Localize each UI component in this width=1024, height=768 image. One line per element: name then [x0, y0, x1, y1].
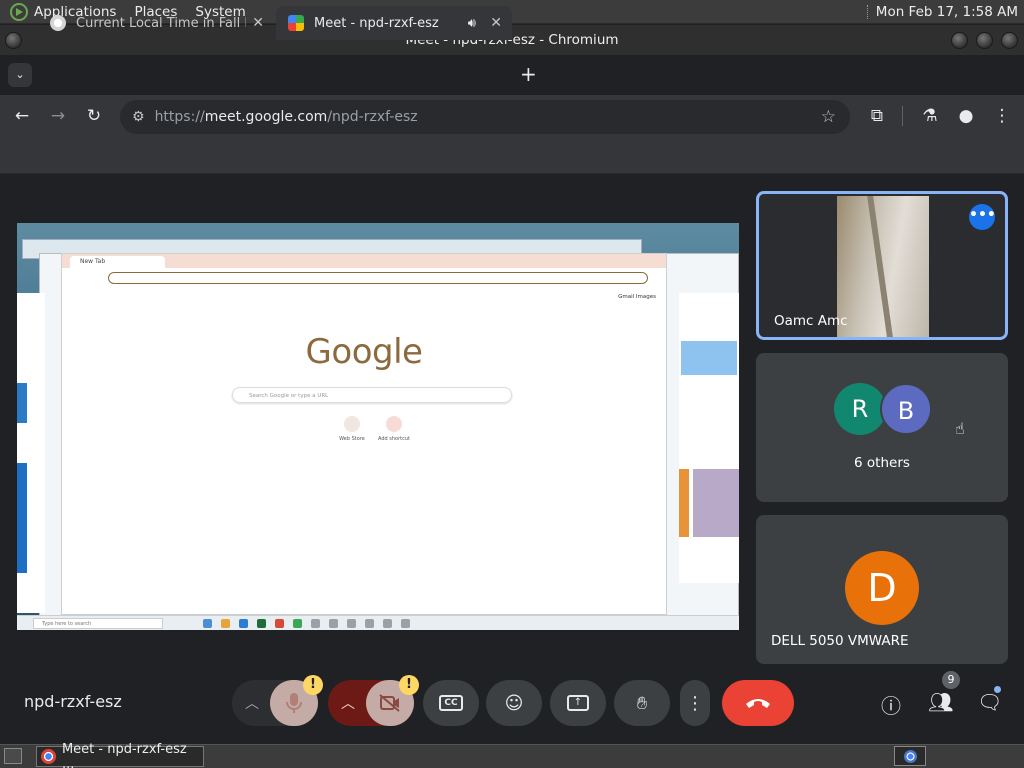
participant-video	[837, 196, 929, 337]
camera-off-icon	[379, 694, 400, 712]
captions-button[interactable]: CC	[423, 680, 479, 726]
participant-name: DELL 5050 VMWARE	[771, 633, 909, 649]
browser-menu-icon[interactable]: ⋮	[991, 106, 1013, 126]
tab-search-dropdown-icon[interactable]: ⌄	[8, 63, 32, 87]
url-scheme: https://	[154, 109, 205, 125]
labs-flask-icon[interactable]: ⚗	[919, 106, 941, 126]
reload-icon[interactable]: ↻	[83, 106, 105, 126]
tab-title: Meet - npd-rzxf-esz	[314, 15, 439, 31]
speaker-audio-icon[interactable]: 🔊︎	[468, 16, 476, 31]
presented-shortcut-add: Add shortcut	[374, 416, 414, 442]
tab-title: Current Local Time in Fall River	[76, 15, 246, 31]
chromium-tray-icon	[903, 749, 917, 763]
present-screen-button[interactable]: ↑	[550, 680, 606, 726]
presented-search-box: Search Google or type a URL	[232, 387, 512, 403]
taskbar-window-meet[interactable]: Meet - npd-rzxf-esz ...	[36, 742, 204, 768]
more-options-button[interactable]: ⋮	[680, 680, 710, 726]
tab-meet[interactable]: Meet - npd-rzxf-esz 🔊︎ ✕	[276, 6, 512, 40]
hang-up-icon	[746, 699, 770, 708]
site-info-icon[interactable]: ⚙	[132, 109, 145, 125]
people-icon[interactable]: 👥︎	[928, 690, 953, 714]
extensions-icon[interactable]: ⧉	[866, 106, 888, 126]
url-host: meet.google.com	[204, 109, 328, 125]
others-count-label: 6 others	[854, 455, 910, 471]
mic-warning-icon[interactable]: !	[303, 675, 323, 695]
chat-icon[interactable]: 🗨︎	[977, 690, 1002, 714]
avatar-r: R	[834, 383, 886, 435]
avatar-b: B	[880, 383, 932, 435]
emoji-icon: ☺	[504, 692, 524, 714]
new-tab-button[interactable]: +	[520, 62, 537, 86]
presented-top-links: Gmail Images	[618, 294, 656, 300]
more-options-icon[interactable]: •••	[969, 204, 996, 230]
bookmark-bar-area	[0, 139, 1024, 174]
maximize-button[interactable]	[976, 32, 993, 49]
avatar-d: D	[845, 551, 919, 625]
applications-logo-icon[interactable]	[10, 2, 28, 21]
presented-new-tab: New Tab	[70, 256, 165, 268]
raise-hand-button[interactable]: ✋︎	[614, 680, 670, 726]
participant-tile-others[interactable]: R B 6 others	[756, 353, 1008, 502]
taskbar-window-label: Meet - npd-rzxf-esz ...	[61, 741, 187, 768]
participant-count-badge: 9	[942, 671, 960, 689]
clock-favicon-icon	[50, 15, 66, 31]
close-window-button[interactable]	[1001, 32, 1018, 49]
close-tab-icon[interactable]: ✕	[252, 15, 264, 31]
presented-windows-taskbar: Type here to search	[17, 615, 739, 630]
close-tab-icon[interactable]: ✕	[490, 15, 502, 31]
panel-grip	[866, 4, 870, 19]
profile-icon[interactable]: ●	[955, 106, 977, 126]
show-desktop-icon[interactable]	[4, 748, 22, 764]
presented-taskbar-search: Type here to search	[33, 618, 163, 629]
tab-strip	[0, 55, 1024, 95]
participant-tile-oamc[interactable]: ••• Oamc Amc	[756, 191, 1008, 340]
presented-right-window	[679, 293, 739, 583]
workspace-switcher[interactable]	[894, 746, 926, 766]
chromium-icon	[41, 749, 56, 764]
camera-warning-icon[interactable]: !	[399, 675, 419, 695]
tab-current-local-time[interactable]: Current Local Time in Fall River ✕	[38, 6, 274, 40]
raise-hand-icon: ✋︎	[636, 692, 648, 714]
meet-favicon-icon	[288, 15, 304, 31]
presented-left-window	[17, 293, 45, 613]
url-path: /npd-rzxf-esz	[327, 109, 418, 125]
presented-address-bar	[108, 272, 648, 284]
panel-clock[interactable]: Mon Feb 17, 1:58 AM	[876, 4, 1018, 20]
audio-settings-chevron-icon[interactable]: ︿	[232, 693, 272, 713]
forward-icon[interactable]: →	[47, 106, 69, 126]
presented-chrome-window: New Tab Gmail Images Google Search Googl…	[61, 253, 667, 615]
more-vert-icon: ⋮	[686, 692, 704, 714]
toolbar-divider	[902, 106, 903, 126]
presented-shortcut-webstore: Web Store	[332, 416, 372, 442]
chat-notification-dot	[994, 686, 1001, 693]
back-icon[interactable]: ←	[11, 106, 33, 126]
microphone-icon	[286, 693, 302, 713]
presentation-video[interactable]: New Tab Gmail Images Google Search Googl…	[17, 223, 739, 630]
participant-name: Oamc Amc	[774, 313, 848, 329]
address-bar[interactable]: ⚙ https:// meet.google.com /npd-rzxf-esz…	[120, 100, 850, 134]
presented-tab-bar: New Tab	[62, 254, 666, 268]
meeting-info-icon[interactable]: ⓘ	[881, 690, 901, 719]
pointer-hand-icon: ☝	[955, 419, 965, 438]
minimize-button[interactable]	[951, 32, 968, 49]
video-settings-chevron-icon[interactable]: ︿	[328, 693, 368, 713]
participant-tile-dell[interactable]: D DELL 5050 VMWARE	[756, 515, 1008, 664]
leave-call-button[interactable]	[722, 680, 794, 726]
present-icon: ↑	[567, 695, 589, 711]
window-menu-button[interactable]	[5, 32, 22, 49]
reactions-button[interactable]: ☺	[486, 680, 542, 726]
meeting-code-label: npd-rzxf-esz	[24, 692, 122, 711]
captions-icon: CC	[439, 695, 463, 711]
presented-google-logo: Google	[305, 332, 423, 372]
bookmark-star-icon[interactable]: ☆	[821, 107, 836, 127]
